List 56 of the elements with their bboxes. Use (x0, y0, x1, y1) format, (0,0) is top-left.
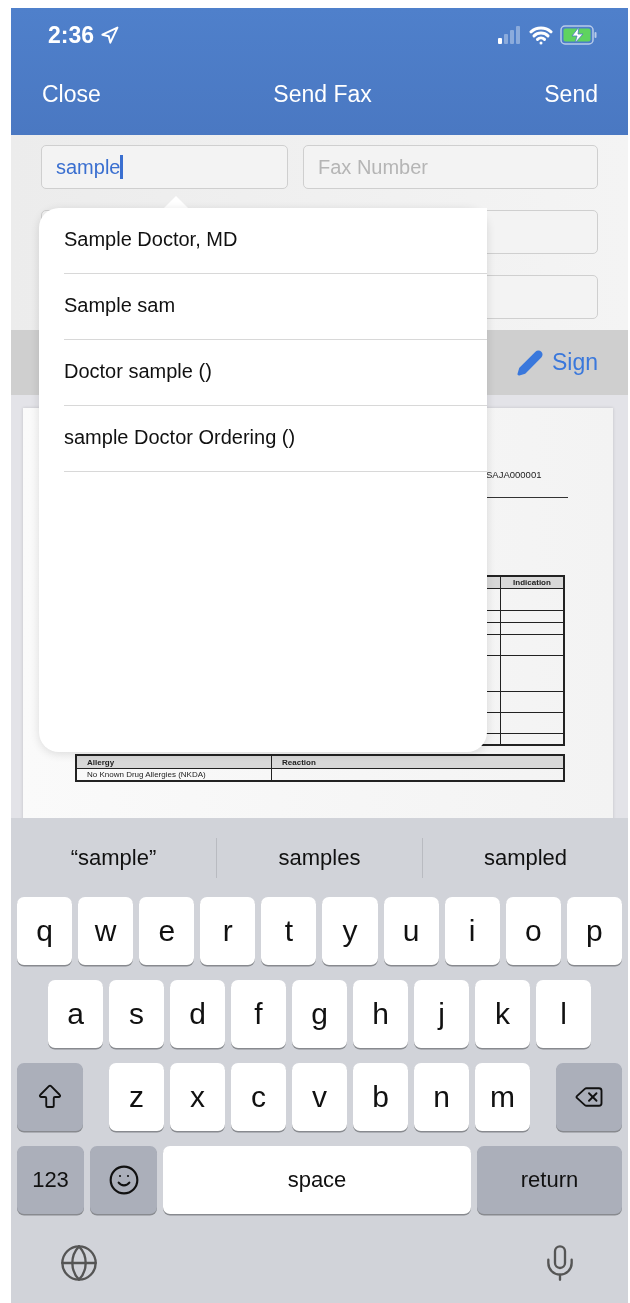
signal-icon (498, 26, 522, 44)
letter-key[interactable]: x (170, 1063, 225, 1131)
letter-key[interactable]: l (536, 980, 591, 1048)
letter-key[interactable]: j (414, 980, 469, 1048)
letter-key[interactable]: s (109, 980, 164, 1048)
battery-icon (560, 25, 598, 45)
letter-key[interactable]: o (505, 897, 561, 965)
emoji-key[interactable] (90, 1146, 157, 1214)
recipient-field[interactable]: sample (41, 145, 288, 189)
space-key[interactable]: space (163, 1146, 471, 1214)
letter-key[interactable]: r (200, 897, 256, 965)
pen-icon (515, 348, 544, 377)
letter-key[interactable]: d (170, 980, 225, 1048)
table-cell: No Known Drug Allergies (NKDA) (77, 768, 272, 780)
suggestion-item[interactable]: sample Doctor Ordering () (64, 406, 487, 472)
delete-key[interactable] (556, 1063, 622, 1131)
suggestion-button[interactable]: sampled (422, 837, 628, 878)
letter-key[interactable]: v (292, 1063, 347, 1131)
nav-title: Send Fax (273, 81, 372, 108)
return-key[interactable]: return (477, 1146, 622, 1214)
letter-key[interactable]: u (383, 897, 439, 965)
letter-key[interactable]: f (231, 980, 286, 1048)
numbers-key[interactable]: 123 (17, 1146, 84, 1214)
letter-key[interactable]: i (444, 897, 500, 965)
letter-key[interactable]: w (78, 897, 134, 965)
suggestion-item[interactable]: Sample Doctor, MD (64, 208, 487, 274)
fax-number-field[interactable]: Fax Number (303, 145, 598, 189)
letter-key[interactable]: b (353, 1063, 408, 1131)
letter-key[interactable]: c (231, 1063, 286, 1131)
letter-key[interactable]: k (475, 980, 530, 1048)
shift-key[interactable] (17, 1063, 83, 1131)
send-button[interactable]: Send (544, 81, 598, 108)
letter-key[interactable]: n (414, 1063, 469, 1131)
letter-key[interactable]: z (109, 1063, 164, 1131)
document-id: SAJA000001 (486, 469, 542, 480)
column-header: Reaction (272, 756, 563, 768)
letter-key[interactable]: a (48, 980, 103, 1048)
letter-key[interactable]: t (261, 897, 317, 965)
letter-key[interactable]: y (322, 897, 378, 965)
suggestion-item[interactable]: Doctor sample () (64, 340, 487, 406)
column-header: Indication (501, 577, 563, 588)
globe-icon[interactable] (59, 1243, 99, 1283)
suggestion-button[interactable]: samples (216, 837, 422, 878)
column-header: Allergy (77, 756, 272, 768)
letter-key[interactable]: m (475, 1063, 530, 1131)
suggestion-item[interactable]: Sample sam (64, 274, 487, 340)
letter-key[interactable]: h (353, 980, 408, 1048)
letter-key[interactable]: p (566, 897, 622, 965)
letter-key[interactable]: q (17, 897, 73, 965)
close-button[interactable]: Close (42, 81, 101, 108)
location-icon (100, 25, 120, 45)
status-time: 2:36 (48, 21, 95, 49)
letter-key[interactable]: g (292, 980, 347, 1048)
suggestion-button[interactable]: “sample” (11, 837, 216, 878)
letter-key[interactable]: e (139, 897, 195, 965)
emoji-icon (107, 1164, 140, 1196)
